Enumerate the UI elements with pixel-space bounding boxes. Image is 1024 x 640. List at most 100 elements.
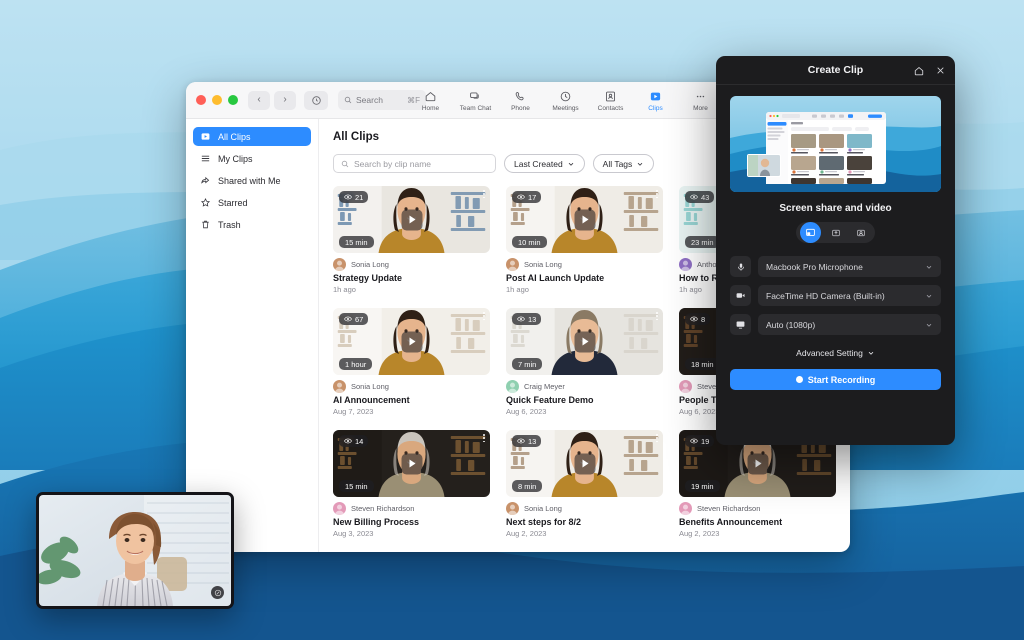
start-recording-button[interactable]: Start Recording — [730, 369, 941, 390]
close-window-button[interactable] — [196, 95, 206, 105]
phone-icon — [514, 90, 527, 104]
clip-options-menu[interactable] — [483, 312, 485, 320]
clip-title: Quick Feature Demo — [506, 395, 663, 405]
clip-search-input[interactable]: Search by clip name — [333, 154, 496, 173]
advanced-setting-label: Advanced Setting — [796, 348, 863, 358]
device-value: Macbook Pro Microphone — [766, 262, 863, 272]
play-icon — [583, 216, 589, 224]
sidebar-item-trash[interactable]: Trash — [193, 215, 311, 234]
play-button[interactable] — [574, 331, 595, 352]
avatar — [333, 258, 346, 271]
clip-author: Sonia Long — [524, 260, 562, 269]
clip-card[interactable]: 67 1 hour Sonia Long AI Announcement Aug… — [333, 308, 490, 416]
topnav-item-clips[interactable]: Clips — [633, 82, 678, 119]
clip-options-menu[interactable] — [656, 434, 658, 442]
clip-card[interactable]: 13 7 min Craig Meyer Quick Feature Demo … — [506, 308, 663, 416]
clip-options-menu[interactable] — [656, 312, 658, 320]
view-count: 43 — [701, 193, 709, 202]
play-icon — [583, 460, 589, 468]
chevron-down-icon — [925, 321, 933, 329]
clip-title: Benefits Announcement — [679, 517, 836, 527]
display-icon[interactable] — [730, 314, 751, 335]
camera-icon[interactable] — [730, 285, 751, 306]
create-clip-panel[interactable]: Create Clip — [716, 56, 955, 445]
play-button[interactable] — [574, 453, 595, 474]
clip-card[interactable]: 17 10 min Sonia Long Post AI Launch Upda… — [506, 186, 663, 294]
play-button[interactable] — [401, 331, 422, 352]
topnav-item-phone[interactable]: Phone — [498, 82, 543, 119]
duration-badge: 10 min — [512, 236, 547, 248]
screen-and-video-mode-button[interactable] — [800, 222, 821, 243]
chevron-down-icon — [925, 263, 933, 271]
create-clip-title: Create Clip — [808, 64, 863, 76]
clip-card[interactable]: 19 19 min Steven Richardson Benefits Ann… — [679, 430, 836, 538]
list-icon — [200, 153, 211, 164]
sidebar-item-all-clips[interactable]: All Clips — [193, 127, 311, 146]
minimize-window-button[interactable] — [212, 95, 222, 105]
self-view-camera-window[interactable] — [36, 492, 234, 609]
topnav-label: Home — [422, 105, 439, 112]
screen-only-mode-button[interactable] — [825, 225, 846, 241]
sidebar-item-starred[interactable]: Starred — [193, 193, 311, 212]
self-view-menu-icon[interactable] — [211, 586, 224, 599]
camera-only-mode-button[interactable] — [850, 225, 871, 241]
device-select[interactable]: FaceTime HD Camera (Built-in) — [758, 285, 941, 306]
play-icon — [583, 338, 589, 346]
maximize-window-button[interactable] — [228, 95, 238, 105]
sidebar-item-my-clips[interactable]: My Clips — [193, 149, 311, 168]
device-select[interactable]: Macbook Pro Microphone — [758, 256, 941, 277]
clip-thumbnail[interactable]: 13 7 min — [506, 308, 663, 375]
clip-card[interactable]: 14 15 min Steven Richardson New Billing … — [333, 430, 490, 538]
play-button[interactable] — [574, 209, 595, 230]
device-selectors: Macbook Pro Microphone FaceTime HD Camer… — [730, 256, 941, 335]
play-icon — [756, 460, 762, 468]
play-button[interactable] — [401, 453, 422, 474]
clip-options-menu[interactable] — [656, 190, 658, 198]
view-count-badge: 13 — [512, 435, 541, 447]
forward-button[interactable]: › — [274, 91, 296, 110]
chevron-down-icon — [925, 292, 933, 300]
clip-options-menu[interactable] — [483, 190, 485, 198]
close-icon[interactable] — [935, 65, 946, 76]
clip-author: Sonia Long — [524, 504, 562, 513]
advanced-setting-toggle[interactable]: Advanced Setting — [730, 348, 941, 358]
device-select[interactable]: Auto (1080p) — [758, 314, 941, 335]
play-button[interactable] — [401, 209, 422, 230]
view-count: 67 — [355, 315, 363, 324]
clip-thumbnail[interactable]: 17 10 min — [506, 186, 663, 253]
home-icon[interactable] — [913, 65, 925, 77]
topnav-item-contacts[interactable]: Contacts — [588, 82, 633, 119]
traffic-lights — [196, 95, 238, 105]
sort-filter-dropdown[interactable]: Last Created — [504, 154, 585, 173]
view-count-badge: 14 — [339, 435, 368, 447]
clip-title: AI Announcement — [333, 395, 490, 405]
history-icon[interactable] — [304, 91, 328, 110]
clip-thumbnail[interactable]: 14 15 min — [333, 430, 490, 497]
sidebar-item-shared-with-me[interactable]: Shared with Me — [193, 171, 311, 190]
topnav-item-meetings[interactable]: Meetings — [543, 82, 588, 119]
topnav-item-home[interactable]: Home — [408, 82, 453, 119]
clip-thumbnail[interactable]: 67 1 hour — [333, 308, 490, 375]
clip-card[interactable]: 21 15 min Sonia Long Strategy Update 1h … — [333, 186, 490, 294]
clip-thumbnail[interactable]: 13 8 min — [506, 430, 663, 497]
clip-card[interactable]: 13 8 min Sonia Long Next steps for 8/2 A… — [506, 430, 663, 538]
tag-filter-label: All Tags — [603, 159, 633, 169]
view-count-badge: 67 — [339, 313, 368, 325]
clip-meta: Steven Richardson New Billing Process Au… — [333, 497, 490, 538]
top-navigation: Home Team Chat Phone — [408, 82, 723, 119]
eye-icon — [690, 194, 698, 200]
tag-filter-dropdown[interactable]: All Tags — [593, 154, 655, 173]
clip-thumbnail[interactable]: 21 15 min — [333, 186, 490, 253]
sidebar-item-label: Starred — [218, 198, 248, 208]
clip-options-menu[interactable] — [483, 434, 485, 442]
avatar — [506, 258, 519, 271]
clip-date: Aug 2, 2023 — [506, 529, 663, 538]
microphone-icon[interactable] — [730, 256, 751, 277]
play-button[interactable] — [747, 453, 768, 474]
back-button[interactable]: ‹ — [248, 91, 270, 110]
clip-meta: Sonia Long Next steps for 8/2 Aug 2, 202… — [506, 497, 663, 538]
clip-title: Strategy Update — [333, 273, 490, 283]
topnav-item-team-chat[interactable]: Team Chat — [453, 82, 498, 119]
eye-icon — [344, 316, 352, 322]
clip-meta: Sonia Long AI Announcement Aug 7, 2023 — [333, 375, 490, 416]
